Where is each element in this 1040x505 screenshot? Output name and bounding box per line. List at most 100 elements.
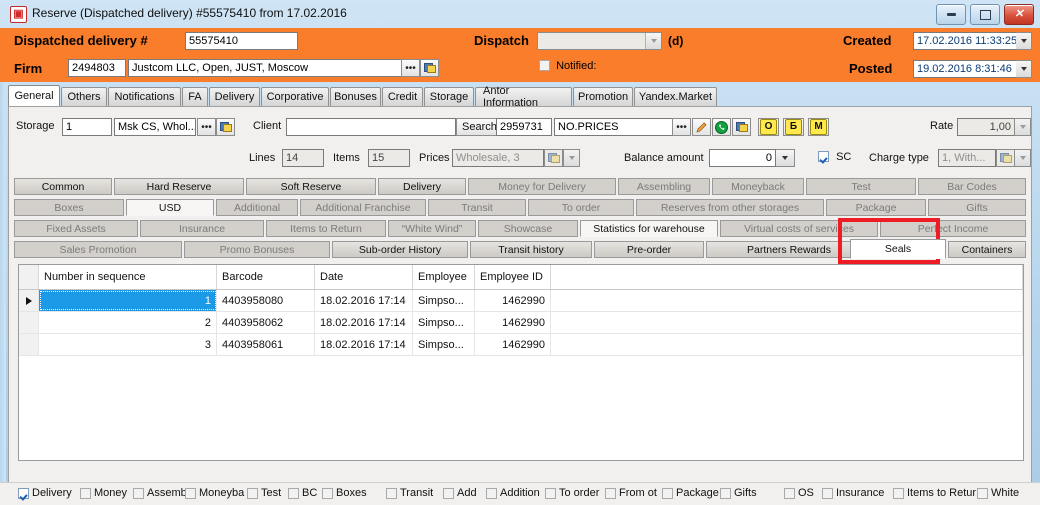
cell-number-in-sequence[interactable]: 3 (39, 334, 217, 355)
checkbox-box[interactable] (545, 487, 556, 499)
checkbox-box[interactable] (133, 487, 144, 499)
table-row[interactable]: 3 4403958061 18.02.2016 17:14 Simpso... 1462… (19, 334, 1023, 356)
firm-card-icon[interactable] (420, 59, 439, 77)
column-header-number-in-sequence[interactable]: Number in sequence (39, 265, 217, 289)
balance-amount-input[interactable]: 0 (709, 149, 776, 167)
sc-checkbox[interactable] (818, 151, 829, 162)
checkbox-box[interactable] (662, 487, 673, 499)
filter-checkbox-insurance[interactable]: Insurance (822, 487, 884, 499)
posted-spinner[interactable] (1016, 60, 1032, 78)
letter-button-2[interactable]: М (808, 118, 829, 136)
subtab-promo-bonuses[interactable]: Promo Bonuses (184, 241, 330, 258)
subtab--white-wind-[interactable]: “White Wind” (388, 220, 476, 237)
charge-type-card-icon[interactable] (996, 149, 1015, 167)
filter-checkbox-bc[interactable]: BC (288, 487, 317, 499)
balance-amount-dropdown[interactable] (776, 149, 795, 167)
phone-icon[interactable] (712, 118, 731, 136)
firm-lookup-button[interactable]: ••• (401, 59, 420, 77)
letter-button-0[interactable]: О (758, 118, 779, 136)
storage-name-input[interactable]: Msk CS, Whol... (114, 118, 196, 136)
column-header[interactable] (551, 265, 1023, 289)
subtab-bar-codes[interactable]: Bar Codes (918, 178, 1026, 195)
cell-barcode[interactable]: 4403958061 (217, 334, 315, 355)
notified-checkbox[interactable] (539, 60, 550, 71)
checkbox-box[interactable] (386, 487, 397, 499)
filter-checkbox-items-to-retur[interactable]: Items to Retur (893, 487, 976, 499)
cell-employee-id[interactable]: 1462990 (475, 334, 551, 355)
table-row[interactable]: 2 4403958062 18.02.2016 17:14 Simpso... 1462… (19, 312, 1023, 334)
subtab-moneyback[interactable]: Moneyback (712, 178, 804, 195)
cell-barcode[interactable]: 4403958062 (217, 312, 315, 333)
checkbox-box[interactable] (185, 487, 196, 499)
filter-checkbox-white[interactable]: White (977, 487, 1019, 499)
prices-card-icon[interactable] (544, 149, 563, 167)
client-name-input[interactable]: NO.PRICES (554, 118, 682, 136)
filter-checkbox-gifts[interactable]: Gifts (720, 487, 757, 499)
tab-promotion[interactable]: Promotion (573, 87, 633, 106)
filter-checkbox-to-order[interactable]: To order (545, 487, 599, 499)
dispatched-delivery-input[interactable]: 55575410 (185, 32, 298, 50)
filter-checkbox-os[interactable]: OS (784, 487, 814, 499)
checkbox-box[interactable] (247, 487, 258, 499)
maximize-button[interactable] (970, 4, 1000, 25)
tab-credit[interactable]: Credit (382, 87, 423, 106)
checkbox-box[interactable] (822, 487, 833, 499)
subtab-reserves-from-other-storages[interactable]: Reserves from other storages (636, 199, 824, 216)
cell-number-in-sequence[interactable]: 2 (39, 312, 217, 333)
client-code-input[interactable]: 2959731 (496, 118, 552, 136)
filter-checkbox-money[interactable]: Money (80, 487, 127, 499)
tab-general[interactable]: General (8, 85, 60, 106)
tab-notifications[interactable]: Notifications (108, 87, 181, 106)
filter-checkbox-assemb[interactable]: Assemb (133, 487, 187, 499)
subtab-assembling[interactable]: Assembling (618, 178, 710, 195)
subtab-transit[interactable]: Transit (428, 199, 526, 216)
subtab-usd[interactable]: USD (126, 199, 214, 216)
column-header-employee[interactable]: Employee (413, 265, 475, 289)
cell-employee[interactable]: Simpso... (413, 290, 475, 311)
folder-icon[interactable] (732, 118, 751, 136)
storage-card-icon[interactable] (216, 118, 235, 136)
checkbox-box[interactable] (605, 487, 616, 499)
column-header-employee-id[interactable]: Employee ID (475, 265, 551, 289)
subtab-fixed-assets[interactable]: Fixed Assets (14, 220, 138, 237)
main-tab-bar[interactable]: General Others Notifications FA Delivery Corp… (8, 85, 718, 109)
pencil-icon[interactable] (692, 118, 711, 136)
tab-fa[interactable]: FA (182, 87, 208, 106)
firm-name-input[interactable]: Justcom LLC, Open, JUST, Moscow (128, 59, 435, 77)
checkbox-box[interactable] (288, 487, 299, 499)
checkbox-box[interactable] (720, 487, 731, 499)
subtab-sales-promotion[interactable]: Sales Promotion (14, 241, 182, 258)
cell-employee-id[interactable]: 1462990 (475, 290, 551, 311)
filter-checkbox-test[interactable]: Test (247, 487, 281, 499)
subtab-additional[interactable]: Additional (216, 199, 298, 216)
tab-storage[interactable]: Storage (424, 87, 474, 106)
posted-datetime-input[interactable]: 19.02.2016 8:31:46 (913, 60, 1017, 78)
charge-type-dropdown[interactable] (1014, 149, 1031, 167)
column-header-date[interactable]: Date (315, 265, 413, 289)
tab-others[interactable]: Others (61, 87, 107, 106)
created-datetime-input[interactable]: 17.02.2016 11:33:25 (913, 32, 1017, 50)
checkbox-box[interactable] (977, 487, 988, 499)
checkbox-box[interactable] (80, 487, 91, 499)
storage-code-input[interactable]: 1 (62, 118, 112, 136)
checkbox-box[interactable] (784, 487, 795, 499)
subtab-seals[interactable]: Seals (850, 239, 946, 259)
subtab-transit-history[interactable]: Transit history (470, 241, 592, 258)
checkbox-box[interactable] (18, 487, 29, 499)
cell-employee[interactable]: Simpso... (413, 312, 475, 333)
client-lookup-button[interactable]: ••• (672, 118, 691, 136)
subtab-soft-reserve[interactable]: Soft Reserve (246, 178, 376, 195)
subtab-test[interactable]: Test (806, 178, 916, 195)
rate-dropdown[interactable] (1014, 118, 1031, 136)
table-row[interactable]: 1 4403958080 18.02.2016 17:14 Simpso... 1462… (19, 290, 1023, 312)
filter-checkbox-from-ot[interactable]: From ot (605, 487, 657, 499)
subtab-package[interactable]: Package (826, 199, 926, 216)
cell-employee[interactable]: Simpso... (413, 334, 475, 355)
bottom-filter-bar[interactable]: Delivery Money Assemb Moneyba Test BC Boxes Tra… (0, 482, 1040, 505)
notified-field[interactable]: Notified: (539, 60, 596, 72)
cell-barcode[interactable]: 4403958080 (217, 290, 315, 311)
seals-table[interactable]: Number in sequence Barcode Date Employee Emp… (18, 264, 1024, 461)
filter-checkbox-moneyba[interactable]: Moneyba (185, 487, 244, 499)
subtab-to-order[interactable]: To order (528, 199, 634, 216)
column-header[interactable] (19, 265, 39, 289)
